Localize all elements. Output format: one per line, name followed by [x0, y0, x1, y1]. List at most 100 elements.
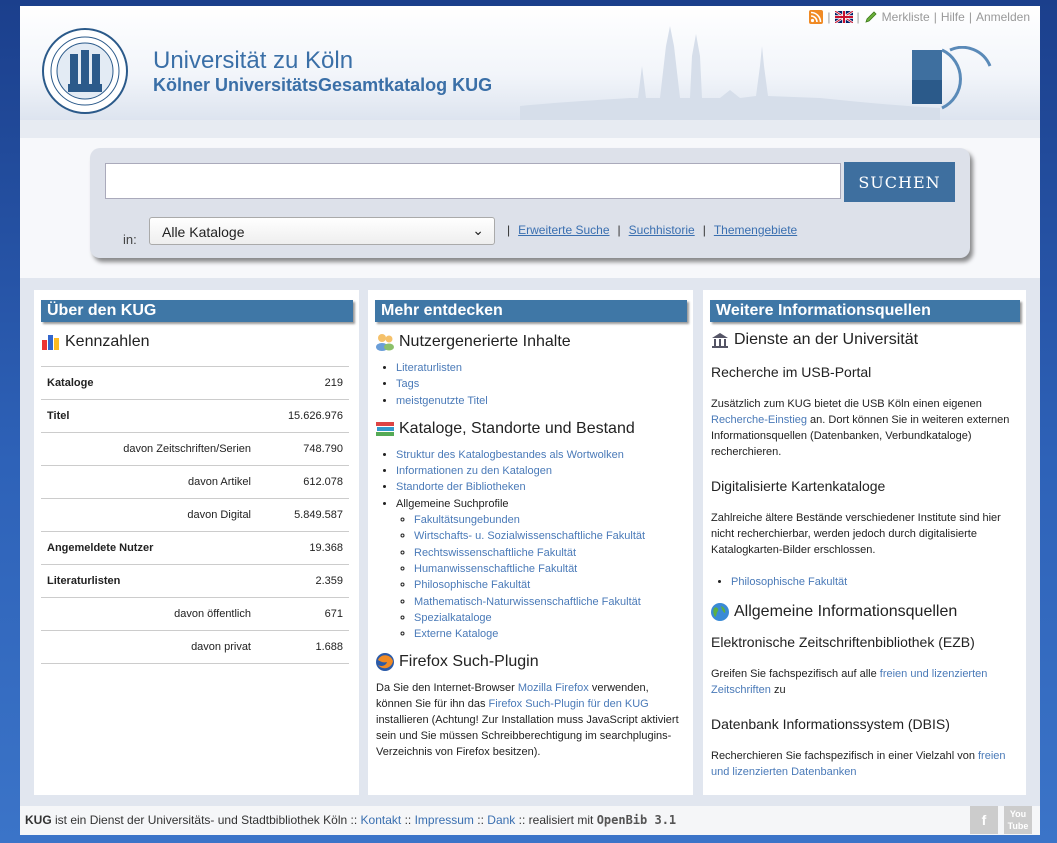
search-profile-link[interactable]: Fakultätsungebunden: [414, 514, 520, 526]
dbis-text: Recherchieren Sie fachspezifisch in eine…: [711, 748, 1018, 780]
stats-value: 219: [257, 366, 349, 400]
card-catalogs-heading: Digitalisierte Kartenkataloge: [711, 478, 886, 494]
usb-portal-heading: Recherche im USB-Portal: [711, 364, 872, 380]
stats-row: Literaturlisten 2.359: [41, 564, 349, 598]
statistics-table: Kataloge 219 Titel 15.626.976 davon Zeitschr…: [41, 366, 349, 664]
catalog-select[interactable]: Alle Kataloge ⌄: [149, 217, 495, 245]
firefox-plugin-link[interactable]: Firefox Such-Plugin für den KUG: [489, 698, 649, 710]
search-input[interactable]: [105, 163, 841, 199]
dank-link[interactable]: Dank: [487, 813, 515, 827]
catalog-info-link[interactable]: Informationen zu den Katalogen: [396, 465, 552, 477]
list-item: Struktur des Katalogbestandes als Wortwo…: [396, 447, 693, 463]
recherche-einstieg-link[interactable]: Recherche-Einstieg: [711, 414, 807, 426]
kontakt-link[interactable]: Kontakt: [361, 813, 402, 827]
stats-value: 15.626.976: [257, 399, 349, 433]
firefox-text-3: installieren (Achtung! Zur Installation …: [376, 714, 679, 759]
youtube-icon[interactable]: You Tube: [1004, 806, 1032, 834]
stats-value: 748.790: [257, 432, 349, 466]
english-flag-icon[interactable]: [834, 11, 853, 23]
search-profile-link[interactable]: Humanwissenschaftliche Fakultät: [414, 563, 577, 575]
search-profile-link[interactable]: Externe Kataloge: [414, 628, 498, 640]
usb-portal-text-1: Zusätzlich zum KUG bietet die USB Köln e…: [711, 398, 982, 410]
services-title: Dienste an der Universität: [734, 331, 919, 348]
list-item: Tags: [396, 376, 693, 392]
catalog-info-link[interactable]: Standorte der Bibliotheken: [396, 481, 526, 493]
openbib-version: OpenBib 3.1: [596, 813, 677, 827]
footer-separator: ::: [404, 813, 412, 827]
hilfe-link[interactable]: Hilfe: [941, 10, 965, 24]
catalogs-title: Kataloge, Standorte und Bestand: [399, 419, 635, 437]
card-catalogs-text: Zahlreiche ältere Bestände verschiedener…: [711, 512, 1001, 556]
nav-separator: |: [827, 10, 831, 24]
user-content-heading: Nutzergenerierte Inhalte: [375, 332, 693, 352]
list-item: Mathematisch-Naturwissenschaftliche Faku…: [414, 594, 693, 610]
stats-label: davon Artikel: [41, 465, 257, 499]
services-heading: Dienste an der Universität: [710, 330, 1026, 350]
search-profile-link[interactable]: Rechtswissenschaftliche Fakultät: [414, 547, 576, 559]
facebook-icon[interactable]: f: [970, 806, 998, 834]
footer-realisiert: realisiert mit: [528, 813, 594, 827]
topics-link[interactable]: Themengebiete: [714, 223, 797, 237]
search-profile-link[interactable]: Spezialkataloge: [414, 612, 492, 624]
usb-logo: [912, 46, 992, 110]
list-item: Philosophische Fakultät: [731, 574, 1026, 590]
list-item: Wirtschafts- u. Sozialwissenschaftliche …: [414, 528, 693, 544]
list-item: Fakultätsungebunden: [414, 512, 693, 528]
impressum-link[interactable]: Impressum: [415, 813, 474, 827]
stats-value: 1.688: [257, 630, 349, 664]
list-item: Informationen zu den Katalogen: [396, 463, 693, 479]
stats-row: davon Zeitschriften/Serien 748.790: [41, 432, 349, 466]
catalogs-heading: Kataloge, Standorte und Bestand: [375, 419, 693, 439]
mozilla-firefox-link[interactable]: Mozilla Firefox: [518, 682, 589, 694]
stats-value: 19.368: [257, 531, 349, 565]
dbis-text-1: Recherchieren Sie fachspezifisch in eine…: [711, 750, 978, 763]
user-content-list: Literaturlisten Tags meistgenutzte Titel: [368, 360, 693, 409]
page: Universität zu Köln Kölner UniversitätsG…: [20, 6, 1040, 835]
resources-column: Weitere Informationsquellen Dienste an d…: [703, 290, 1026, 795]
footer-kug: KUG: [25, 813, 52, 827]
footer-separator: ::: [518, 813, 526, 827]
firefox-heading: Firefox Such-Plugin: [375, 652, 693, 672]
search-links: | Erweiterte Suche | Suchhistorie | Themengeb…: [507, 223, 798, 237]
list-item: Philosophische Fakultät: [414, 577, 693, 593]
anmelden-link[interactable]: Anmelden: [976, 10, 1030, 24]
search-box: SUCHEN in: Alle Kataloge ⌄ | Erweiterte S…: [90, 148, 970, 258]
user-content-link[interactable]: Tags: [396, 378, 419, 390]
search-button[interactable]: SUCHEN: [844, 162, 955, 202]
list-item: meistgenutzte Titel: [396, 393, 693, 409]
user-content-link[interactable]: meistgenutzte Titel: [396, 395, 488, 407]
rss-icon[interactable]: [809, 10, 824, 24]
resources-header: Weitere Informationsquellen: [710, 300, 1020, 322]
general-sources-title: Allgemeine Informationsquellen: [734, 603, 958, 621]
stats-label: davon öffentlich: [41, 597, 257, 631]
user-content-link[interactable]: Literaturlisten: [396, 362, 462, 374]
advanced-search-link[interactable]: Erweiterte Suche: [518, 223, 609, 237]
merkliste-link[interactable]: Merkliste: [882, 10, 930, 24]
about-header: Über den KUG: [41, 300, 353, 322]
stats-label: Titel: [41, 399, 257, 433]
list-item: Standorte der Bibliotheken: [396, 479, 693, 495]
catalog-subtitle: Kölner UniversitätsGesamtkatalog KUG: [153, 75, 493, 95]
user-content-title: Nutzergenerierte Inhalte: [399, 333, 571, 350]
stats-row: Angemeldete Nutzer 19.368: [41, 531, 349, 565]
stats-row: Kataloge 219: [41, 366, 349, 400]
philosophische-fakultaet-link[interactable]: Philosophische Fakultät: [731, 576, 847, 588]
catalog-info-link[interactable]: Struktur des Katalogbestandes als Wortwo…: [396, 449, 624, 461]
university-title: Universität zu Köln: [153, 47, 354, 74]
search-profile-link[interactable]: Philosophische Fakultät: [414, 579, 530, 591]
books-icon: [376, 421, 394, 436]
university-seal-logo: [42, 28, 128, 114]
search-profile-link[interactable]: Mathematisch-Naturwissenschaftliche Faku…: [414, 596, 641, 608]
footer-separator: ::: [350, 813, 358, 827]
search-profile-link[interactable]: Wirtschafts- u. Sozialwissenschaftliche …: [414, 530, 645, 542]
search-history-link[interactable]: Suchhistorie: [629, 223, 695, 237]
discover-header: Mehr entdecken: [375, 300, 687, 322]
footer-text: ist ein Dienst der Universitäts- und Sta…: [51, 813, 351, 827]
pencil-icon[interactable]: [864, 10, 878, 24]
key-figures-title: Kennzahlen: [65, 333, 150, 350]
search-profiles-label: Allgemeine Suchprofile: [396, 497, 509, 510]
stats-value: 612.078: [257, 465, 349, 499]
search-area: SUCHEN in: Alle Kataloge ⌄ | Erweiterte S…: [20, 138, 1040, 278]
stats-value: 671: [257, 597, 349, 631]
stats-label: davon Digital: [41, 498, 257, 532]
